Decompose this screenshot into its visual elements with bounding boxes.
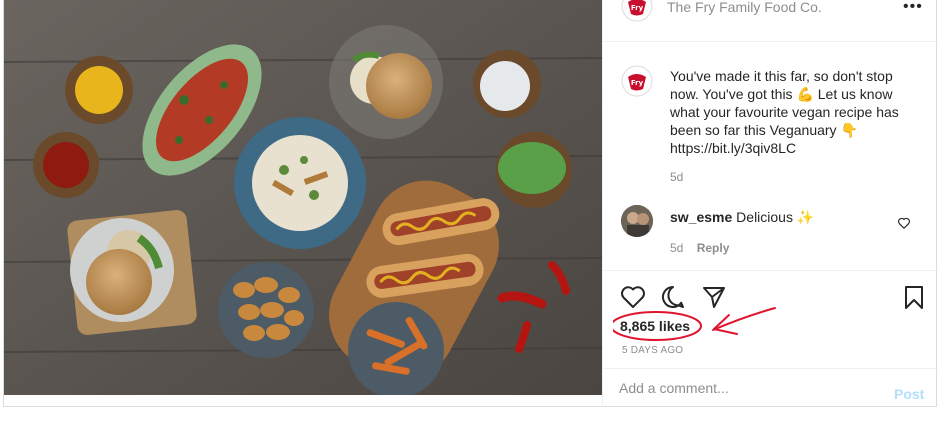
post-photo[interactable]	[4, 0, 602, 395]
comment-input[interactable]	[619, 378, 869, 398]
post-comment-button[interactable]: Post	[894, 386, 924, 402]
post-age: 5 DAYS AGO	[622, 345, 684, 356]
commenter-avatar[interactable]	[621, 205, 653, 237]
add-comment-bar: Post	[603, 368, 938, 407]
svg-text:Fry: Fry	[631, 4, 644, 12]
caption-time: 5d	[670, 170, 684, 184]
instagram-post: Fry The Fry Family Food Co. ••• Fry You'…	[3, 0, 938, 407]
comment-username[interactable]: sw_esme	[670, 209, 732, 225]
post-sidebar: Fry The Fry Family Food Co. ••• Fry You'…	[602, 0, 938, 407]
reply-button[interactable]: Reply	[697, 241, 730, 255]
comment-meta: 5d Reply	[670, 241, 729, 255]
post-header: Fry The Fry Family Food Co. •••	[603, 0, 938, 42]
fry-logo-icon[interactable]: Fry	[621, 0, 653, 22]
more-options-icon[interactable]: •••	[903, 0, 925, 15]
comment-like-icon[interactable]	[897, 216, 911, 230]
svg-text:Fry: Fry	[631, 79, 644, 87]
comment-text: Delicious ✨	[736, 209, 815, 225]
share-icon[interactable]	[701, 284, 727, 310]
heart-icon[interactable]	[620, 284, 646, 310]
comment-time: 5d	[670, 241, 684, 255]
post-actions: 8,865 likes 5 DAYS AGO	[603, 270, 938, 368]
comment-icon[interactable]	[660, 284, 686, 310]
bookmark-icon[interactable]	[901, 284, 927, 310]
caption-text: You've made it this far, so don't stop n…	[670, 68, 899, 156]
account-name[interactable]: The Fry Family Food Co.	[667, 0, 822, 15]
comment-body: sw_esme Delicious ✨	[670, 209, 814, 226]
food-spread-image	[4, 0, 602, 395]
caption-avatar-icon[interactable]: Fry	[621, 65, 653, 97]
likes-count[interactable]: 8,865 likes	[620, 318, 690, 334]
